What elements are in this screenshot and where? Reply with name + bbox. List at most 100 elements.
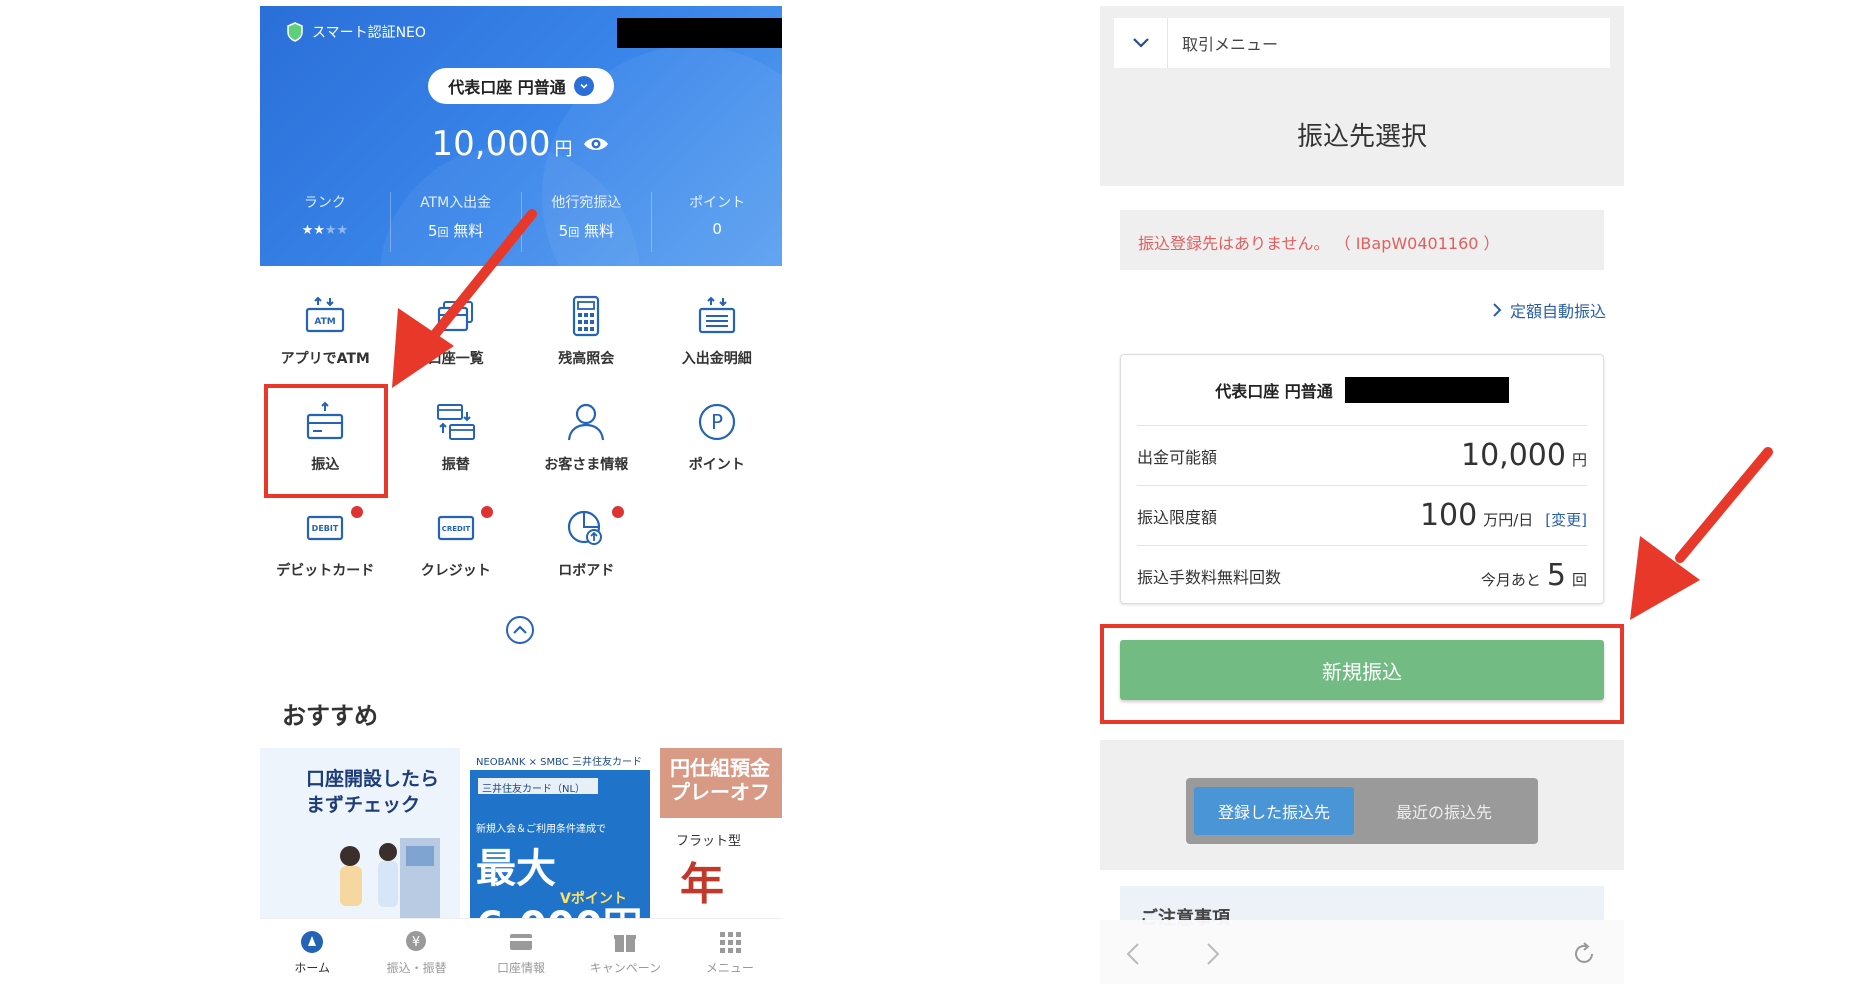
- tab-label: メニュー: [705, 961, 754, 975]
- tab-label: 振込・振替: [386, 961, 447, 975]
- chevron-up-icon[interactable]: [504, 614, 536, 646]
- menu-label: お客さま情報: [544, 457, 629, 473]
- account-name: 代表口座 円普通: [1215, 382, 1333, 401]
- menu-credit[interactable]: CREDIT クレジット: [391, 506, 522, 612]
- segment-recent[interactable]: 最近の振込先: [1364, 787, 1524, 835]
- stat-rank: ランク ★★★★: [260, 192, 391, 252]
- header-area: 取引メニュー 振込先選択: [1100, 6, 1624, 186]
- menu-balance[interactable]: 残高照会: [521, 294, 652, 400]
- account-selector[interactable]: 代表口座 円普通: [428, 68, 614, 104]
- menu-points[interactable]: P ポイント: [652, 400, 783, 506]
- app-name: スマート認証NEO: [312, 25, 426, 41]
- row-free-count: 振込手数料無料回数 今月あと 5 回: [1137, 545, 1587, 605]
- app-badge[interactable]: スマート認証NEO: [286, 22, 426, 42]
- tab-home[interactable]: ホーム: [260, 919, 364, 984]
- redacted-block: [617, 18, 782, 48]
- menu-customer-info[interactable]: お客さま情報: [521, 400, 652, 506]
- menu-label: ロボアド: [558, 563, 615, 579]
- menu-roboadvisor[interactable]: ロボアド: [521, 506, 652, 612]
- statement-icon: [698, 296, 735, 334]
- row-value: 10,000: [1461, 438, 1566, 473]
- row-prefix: 今月あと: [1480, 571, 1541, 589]
- notification-dot: [611, 506, 624, 518]
- stat-points: ポイント 0: [652, 192, 782, 252]
- row-value: 5: [1546, 558, 1566, 593]
- stat-label: 他行宛振込: [551, 195, 622, 211]
- star-icon: ★: [313, 223, 325, 238]
- right-phone-screen: 取引メニュー 振込先選択 振込登録先はありません。 （ IBapW0401160…: [1100, 6, 1624, 984]
- page-title: 振込先選択: [1296, 122, 1427, 152]
- svg-text:ATM: ATM: [315, 317, 336, 327]
- menu-statement[interactable]: 入出金明細: [652, 294, 783, 400]
- tab-transfer[interactable]: ¥ 振込・振替: [364, 919, 468, 984]
- balance-display: 10,000 円: [260, 124, 782, 164]
- menu-debit-card[interactable]: DEBIT デビットカード: [260, 506, 391, 612]
- yen-coin-icon: ¥: [405, 931, 426, 951]
- segment-registered[interactable]: 登録した振込先: [1194, 787, 1354, 835]
- redacted-block: [1344, 377, 1509, 403]
- row-label: 振込手数料無料回数: [1137, 567, 1282, 587]
- menu-label: 取引メニュー: [1182, 35, 1279, 54]
- banner-text: 円仕組預金: [670, 756, 770, 780]
- destination-tabs-area: 登録した振込先 最近の振込先: [1100, 740, 1624, 870]
- tab-label: 口座情報: [497, 961, 546, 975]
- row-label: 振込限度額: [1137, 507, 1218, 527]
- browser-toolbar: [1100, 920, 1624, 984]
- row-transfer-limit: 振込限度額 100 万円/日 [変更]: [1137, 485, 1587, 545]
- star-icon: ★: [336, 223, 349, 238]
- stat-value: 0: [712, 220, 722, 238]
- balance-unit: 円: [554, 139, 573, 160]
- credit-badge-text: CREDIT: [442, 525, 471, 533]
- destination-segment-control: 登録した振込先 最近の振込先: [1186, 778, 1538, 844]
- menu-accounts[interactable]: 口座一覧: [391, 294, 522, 400]
- banner-text: Vポイント: [560, 891, 627, 907]
- stat-label: ATM入出金: [420, 195, 492, 211]
- reload-icon[interactable]: [1570, 940, 1598, 968]
- red-arrow-icon: [1630, 447, 1773, 620]
- banner-text: まずチェック: [306, 794, 421, 816]
- highlight-transfer-tile: [264, 384, 388, 498]
- recommend-heading: おすすめ: [282, 702, 378, 730]
- account-hero: スマート認証NEO 代表口座 円普通 10,000 円 ランク ★★★★ ATM…: [260, 6, 782, 266]
- accounts-icon: [437, 301, 473, 332]
- tab-label: キャンペーン: [589, 961, 662, 975]
- svg-text:P: P: [711, 410, 723, 434]
- banner-text: NEOBANK × SMBC 三井住友カード: [470, 748, 650, 770]
- tab-campaign[interactable]: キャンペーン: [573, 919, 677, 984]
- credit-card-icon: CREDIT: [437, 515, 474, 541]
- bottom-tab-bar: ホーム ¥ 振込・振替 口座情報 キャンペーン メニュー: [260, 918, 782, 984]
- stat-label: ポイント: [689, 195, 746, 211]
- grid-icon: [719, 932, 741, 953]
- banner-deposit[interactable]: 円仕組預金 プレーオフ フラット型 年0.7: [660, 748, 782, 918]
- banner-smbc-card[interactable]: NEOBANK × SMBC 三井住友カード 三井住友カード（NL） 新規入会＆…: [470, 748, 650, 918]
- shield-icon: [287, 22, 303, 42]
- tab-account-info[interactable]: 口座情報: [469, 919, 573, 984]
- debit-card-icon: DEBIT: [307, 515, 344, 541]
- forward-icon[interactable]: [1198, 940, 1226, 968]
- menu-label: クレジット: [420, 563, 491, 579]
- banner-account-opening[interactable]: 口座開設したら まずチェック: [260, 748, 460, 918]
- menu-exchange[interactable]: 振替: [391, 400, 522, 506]
- banner-carousel[interactable]: 口座開設したら まずチェック NEOBANK × SMBC 三井住友カード 三井…: [260, 748, 782, 918]
- fixed-auto-transfer-link[interactable]: 定額自動振込: [1492, 298, 1606, 322]
- person-icon: [568, 403, 605, 441]
- menu-label: ポイント: [688, 457, 745, 473]
- banner-text: 年0.7: [680, 859, 758, 918]
- rank-stars: ★★★★: [260, 220, 390, 238]
- svg-text:¥: ¥: [411, 935, 419, 950]
- change-limit-link[interactable]: [変更]: [1545, 509, 1587, 530]
- banner-text: フラット型: [676, 834, 742, 849]
- banner-text: プレーオフ: [670, 780, 770, 804]
- menu-label: 残高照会: [558, 351, 615, 367]
- link-label: 定額自動振込: [1509, 302, 1606, 321]
- transaction-menu-dropdown[interactable]: 取引メニュー: [1114, 18, 1610, 68]
- row-value: 100: [1419, 498, 1478, 533]
- stat-value: 5回 無料: [558, 222, 615, 240]
- eye-icon[interactable]: [582, 135, 610, 153]
- menu-label: 口座一覧: [427, 351, 484, 367]
- back-icon[interactable]: [1120, 940, 1148, 968]
- debit-badge-text: DEBIT: [312, 524, 339, 533]
- star-icon: ★: [301, 223, 314, 238]
- tab-menu[interactable]: メニュー: [678, 919, 782, 984]
- chevron-down-icon: [573, 76, 594, 96]
